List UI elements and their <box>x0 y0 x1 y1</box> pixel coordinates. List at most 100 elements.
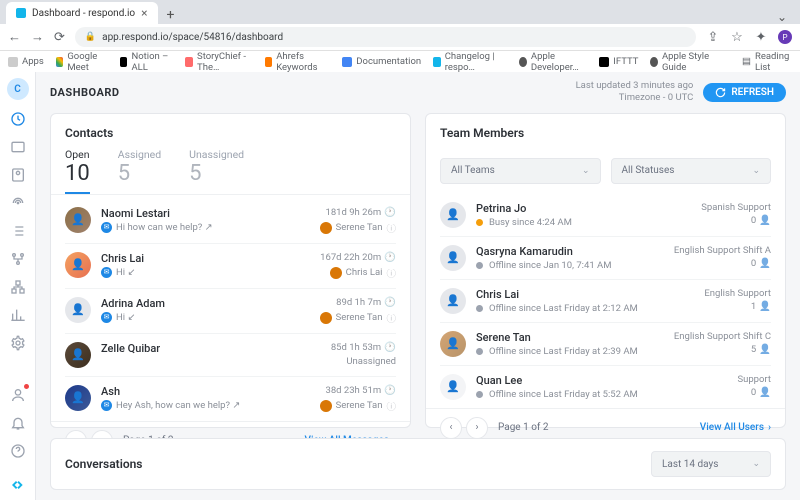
contact-name: Ash <box>101 385 310 398</box>
member-open-count: 0👤 <box>737 387 771 398</box>
status-dot-icon <box>476 219 483 226</box>
refresh-button[interactable]: REFRESH <box>703 83 786 102</box>
teams-select[interactable]: All Teams⌄ <box>440 158 601 184</box>
next-page-button[interactable]: › <box>466 417 488 438</box>
status-select[interactable]: All Statuses⌄ <box>611 158 772 184</box>
next-page-button[interactable]: › <box>91 430 113 438</box>
elapsed-time: 38d 23h 51m🕐 <box>320 385 396 396</box>
forward-icon[interactable]: → <box>31 29 44 45</box>
contact-row[interactable]: 👤 Ash ✉Hey Ash, how can we help? ↗ 38d 2… <box>65 377 396 421</box>
assignee-avatar <box>320 400 332 412</box>
bookmark-apps[interactable]: Apps <box>8 56 44 67</box>
contact-row[interactable]: 👤 Naomi Lestari ✉Hi how can we help? ↗ 1… <box>65 199 396 244</box>
contact-name: Adrina Adam <box>101 297 310 310</box>
person-icon: 👤 <box>759 258 771 269</box>
apple-icon <box>519 57 527 67</box>
share-icon[interactable]: ⇪ <box>706 30 720 44</box>
conversations-card: Conversations Last 14 days⌄ <box>50 438 786 490</box>
back-icon[interactable]: ← <box>8 29 21 45</box>
person-icon: 👤 <box>759 387 771 398</box>
sidebar-messages-icon[interactable] <box>9 138 27 156</box>
last-updated-meta: Last updated 3 minutes ago Timezone - 0 … <box>576 80 694 105</box>
sidebar-bell-icon[interactable] <box>9 414 27 432</box>
chevron-right-icon: › <box>768 422 771 433</box>
contact-row[interactable]: 👤 Chris Lai ✉Hi ↙ 167d 22h 20m🕐 Chris La… <box>65 244 396 289</box>
bookmarks-bar: Apps Google Meet Notion – ALL StoryChief… <box>0 50 800 72</box>
team-row[interactable]: 👤 Petrina Jo Busy since 4:24 AM Spanish … <box>440 194 771 237</box>
sidebar-user-icon[interactable] <box>9 386 27 404</box>
bookmark-apple-dev[interactable]: Apple Developer… <box>519 51 587 73</box>
contact-row[interactable]: 👤 Adrina Adam ✉Hi ↙ 89d 1h 7m🕐 Serene Ta… <box>65 289 396 334</box>
sidebar-list-icon[interactable] <box>9 222 27 240</box>
address-bar[interactable]: 🔒 app.respond.io/space/54816/dashboard <box>75 27 696 47</box>
assignee: Unassigned <box>331 356 396 367</box>
bookmark-documentation[interactable]: Documentation <box>342 56 421 67</box>
member-avatar: 👤 <box>440 202 466 228</box>
assignee: Chris Laiⓘ <box>320 266 396 280</box>
date-range-select[interactable]: Last 14 days⌄ <box>651 451 771 477</box>
tab-title: Dashboard - respond.io <box>32 8 135 19</box>
bookmark-ifttt[interactable]: IFTTT <box>599 56 638 67</box>
new-tab-button[interactable]: + <box>162 6 180 24</box>
star-icon[interactable]: ☆ <box>730 30 744 44</box>
bookmark-apple-style[interactable]: Apple Style Guide <box>650 51 718 73</box>
team-row[interactable]: 👤 Serene Tan Offline since Last Friday a… <box>440 323 771 366</box>
sidebar-org-icon[interactable] <box>9 278 27 296</box>
member-name: Quan Lee <box>476 374 727 387</box>
sidebar-reports-icon[interactable] <box>9 306 27 324</box>
member-shift: Support <box>737 374 771 385</box>
tab-open[interactable]: Open10 <box>65 148 90 194</box>
window-chevron-icon[interactable]: ⌄ <box>770 10 794 24</box>
contact-row[interactable]: 👤 Zelle Quibar 85d 1h 53m🕐 Unassigned <box>65 334 396 377</box>
sidebar-settings-icon[interactable] <box>9 334 27 352</box>
tab-unassigned[interactable]: Unassigned5 <box>189 148 244 194</box>
team-row[interactable]: 👤 Quan Lee Offline since Last Friday at … <box>440 366 771 408</box>
assignee: Serene Tanⓘ <box>320 221 396 235</box>
status-dot-icon <box>476 262 483 269</box>
tab-assigned[interactable]: Assigned5 <box>118 148 161 194</box>
team-row[interactable]: 👤 Chris Lai Offline since Last Friday at… <box>440 280 771 323</box>
browser-tab[interactable]: Dashboard - respond.io × <box>6 2 158 24</box>
url-text: app.respond.io/space/54816/dashboard <box>102 32 283 43</box>
team-title: Team Members <box>426 114 785 148</box>
member-shift: Spanish Support <box>701 202 771 213</box>
bookmark-notion[interactable]: Notion – ALL <box>120 51 174 73</box>
member-name: Petrina Jo <box>476 202 691 215</box>
member-status: Busy since 4:24 AM <box>476 217 691 228</box>
sidebar-dashboard-icon[interactable] <box>9 110 27 128</box>
sidebar-contacts-icon[interactable] <box>9 166 27 184</box>
bookmark-storychief[interactable]: StoryChief - The… <box>185 51 252 73</box>
bookmark-ahrefs[interactable]: Ahrefs Keywords <box>265 51 331 73</box>
prev-page-button[interactable]: ‹ <box>65 430 87 438</box>
contacts-title: Contacts <box>51 114 410 148</box>
close-tab-icon[interactable]: × <box>141 6 147 20</box>
sidebar-broadcast-icon[interactable] <box>9 194 27 212</box>
reload-icon[interactable]: ⟳ <box>54 30 65 45</box>
extensions-icon[interactable]: ✦ <box>754 30 768 44</box>
contact-message: ✉Hi ↙ <box>101 267 310 278</box>
bookmark-changelog[interactable]: Changelog | respo… <box>433 51 507 73</box>
reading-list[interactable]: ▤Reading List <box>742 51 792 73</box>
sidebar-help-icon[interactable] <box>9 442 27 460</box>
channel-icon: ✉ <box>101 267 112 278</box>
team-row[interactable]: 👤 Qasryna Kamarudin Offline since Jan 10… <box>440 237 771 280</box>
changelog-icon <box>433 57 441 67</box>
channel-icon: ✉ <box>101 400 112 411</box>
contact-name: Zelle Quibar <box>101 342 321 355</box>
member-avatar: 👤 <box>440 245 466 271</box>
info-icon: ⓘ <box>386 311 396 325</box>
person-icon: 👤 <box>759 344 771 355</box>
clock-icon: 🕐 <box>384 297 396 308</box>
view-all-users-link[interactable]: View All Users› <box>700 422 771 433</box>
bookmark-google-meet[interactable]: Google Meet <box>56 51 108 73</box>
member-open-count: 5👤 <box>674 344 771 355</box>
assignee-avatar <box>320 222 332 234</box>
profile-avatar[interactable]: P <box>778 30 792 44</box>
workspace-avatar[interactable]: C <box>7 78 29 100</box>
apple-icon <box>650 57 658 67</box>
prev-page-button[interactable]: ‹ <box>440 417 462 438</box>
person-icon: 👤 <box>759 215 771 226</box>
sidebar-workflow-icon[interactable] <box>9 250 27 268</box>
contact-name: Chris Lai <box>101 252 310 265</box>
lock-icon: 🔒 <box>85 32 96 42</box>
